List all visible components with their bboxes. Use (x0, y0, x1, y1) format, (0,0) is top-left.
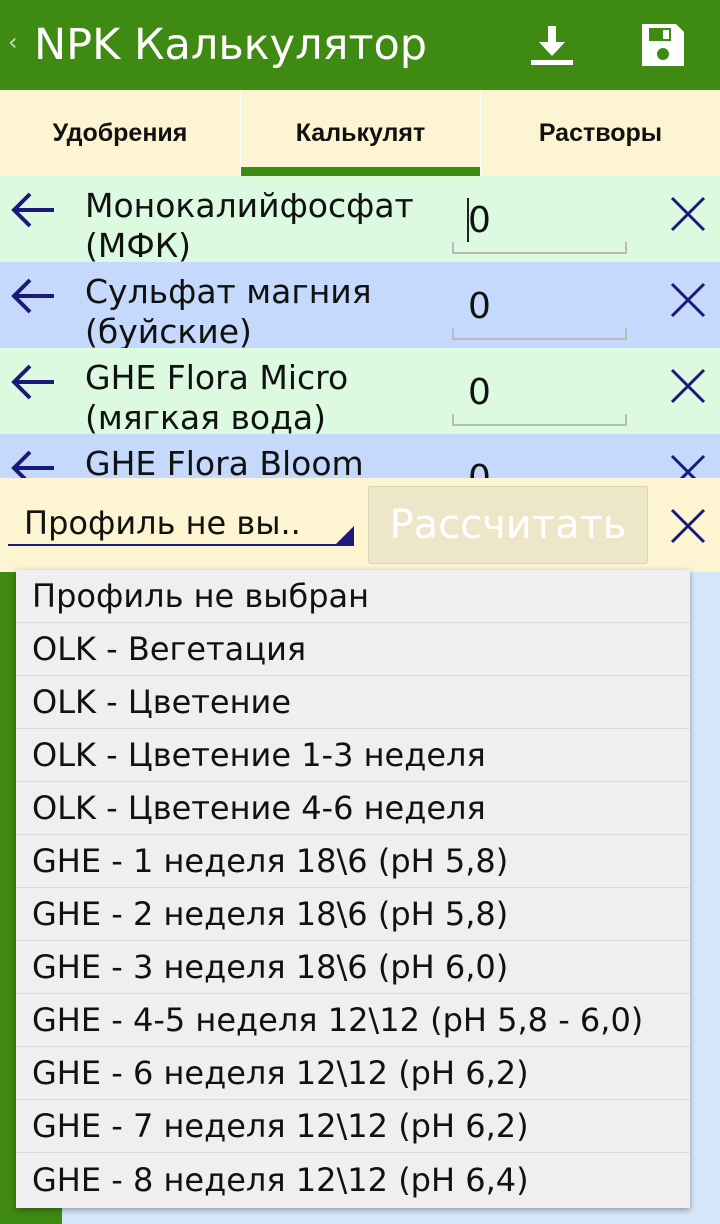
fertilizer-name: Сульфат магния (буйские) (85, 272, 372, 348)
close-icon[interactable] (668, 366, 708, 406)
dropdown-arrow-icon (336, 526, 354, 544)
profile-option[interactable]: GHE - 1 неделя 18\6 (pH 5,8) (16, 835, 690, 888)
profile-select[interactable]: Профиль не вы.. (8, 494, 354, 546)
profile-option[interactable]: OLK - Цветение 4-6 неделя (16, 782, 690, 835)
arrow-left-icon[interactable] (8, 190, 58, 230)
close-icon[interactable] (668, 506, 708, 546)
quantity-value: 0 (468, 286, 491, 327)
profile-option[interactable]: OLK - Цветение (16, 676, 690, 729)
quantity-input[interactable]: 0 (452, 434, 627, 478)
fertilizer-name: GHE Flora Bloom (85, 444, 364, 478)
profile-selected-value: Профиль не вы.. (24, 504, 301, 542)
fertilizer-name: GHE Flora Micro (мягкая вода) (85, 358, 349, 434)
quantity-input[interactable]: 0 (452, 176, 627, 254)
profile-option[interactable]: GHE - 6 неделя 12\12 (pH 6,2) (16, 1047, 690, 1100)
quantity-value: 0 (468, 372, 491, 413)
tab-fertilizers[interactable]: Удобрения (0, 90, 240, 176)
profile-option[interactable]: GHE - 4-5 неделя 12\12 (pH 5,8 - 6,0) (16, 994, 690, 1047)
tab-calculator[interactable]: Калькулят (240, 90, 480, 176)
calculate-button[interactable]: Рассчитать (368, 486, 648, 564)
active-tab-indicator (241, 167, 480, 176)
app-title: NPK Калькулятор (34, 20, 428, 70)
app-bar: ‹ NPK Калькулятор (0, 0, 720, 90)
arrow-left-icon[interactable] (8, 276, 58, 316)
fertilizer-row: GHE Flora Micro (мягкая вода) 0 (0, 348, 720, 434)
profile-option[interactable]: GHE - 8 неделя 12\12 (pH 6,4) (16, 1153, 690, 1206)
close-icon[interactable] (668, 452, 708, 478)
fertilizer-row: Сульфат магния (буйские) 0 (0, 262, 720, 348)
fertilizer-name: Монокалийфосфат (МФК) (85, 186, 414, 262)
fertilizer-list: Монокалийфосфат (МФК) 0 Сульфат магния (… (0, 176, 720, 478)
profile-option[interactable]: GHE - 7 неделя 12\12 (pH 6,2) (16, 1100, 690, 1153)
arrow-left-icon[interactable] (8, 448, 58, 478)
tab-label: Удобрения (52, 118, 188, 147)
back-icon[interactable]: ‹ (8, 28, 18, 56)
tab-label: Калькулят (295, 118, 426, 147)
text-cursor (467, 198, 469, 242)
profile-option[interactable]: GHE - 3 неделя 18\6 (pH 6,0) (16, 941, 690, 994)
quantity-input[interactable]: 0 (452, 262, 627, 340)
download-icon[interactable] (527, 20, 577, 70)
profile-dropdown-list: Профиль не выбран OLK - Вегетация OLK - … (16, 570, 690, 1208)
profile-option[interactable]: GHE - 2 неделя 18\6 (pH 5,8) (16, 888, 690, 941)
quantity-input[interactable]: 0 (452, 348, 627, 426)
arrow-left-icon[interactable] (8, 362, 58, 402)
tab-bar: Удобрения Калькулят Растворы (0, 90, 720, 176)
save-icon[interactable] (638, 20, 688, 70)
profile-option[interactable]: OLK - Цветение 1-3 неделя (16, 729, 690, 782)
tab-label: Растворы (538, 118, 663, 147)
close-icon[interactable] (668, 280, 708, 320)
close-icon[interactable] (668, 194, 708, 234)
quantity-value: 0 (468, 200, 491, 241)
tab-solutions[interactable]: Растворы (480, 90, 720, 176)
profile-option[interactable]: OLK - Вегетация (16, 623, 690, 676)
fertilizer-row: GHE Flora Bloom 0 (0, 434, 720, 478)
profile-option[interactable]: Профиль не выбран (16, 570, 690, 623)
fertilizer-row: Монокалийфосфат (МФК) 0 (0, 176, 720, 262)
control-bar: Профиль не вы.. Рассчитать (0, 478, 720, 572)
quantity-value: 0 (468, 458, 491, 478)
